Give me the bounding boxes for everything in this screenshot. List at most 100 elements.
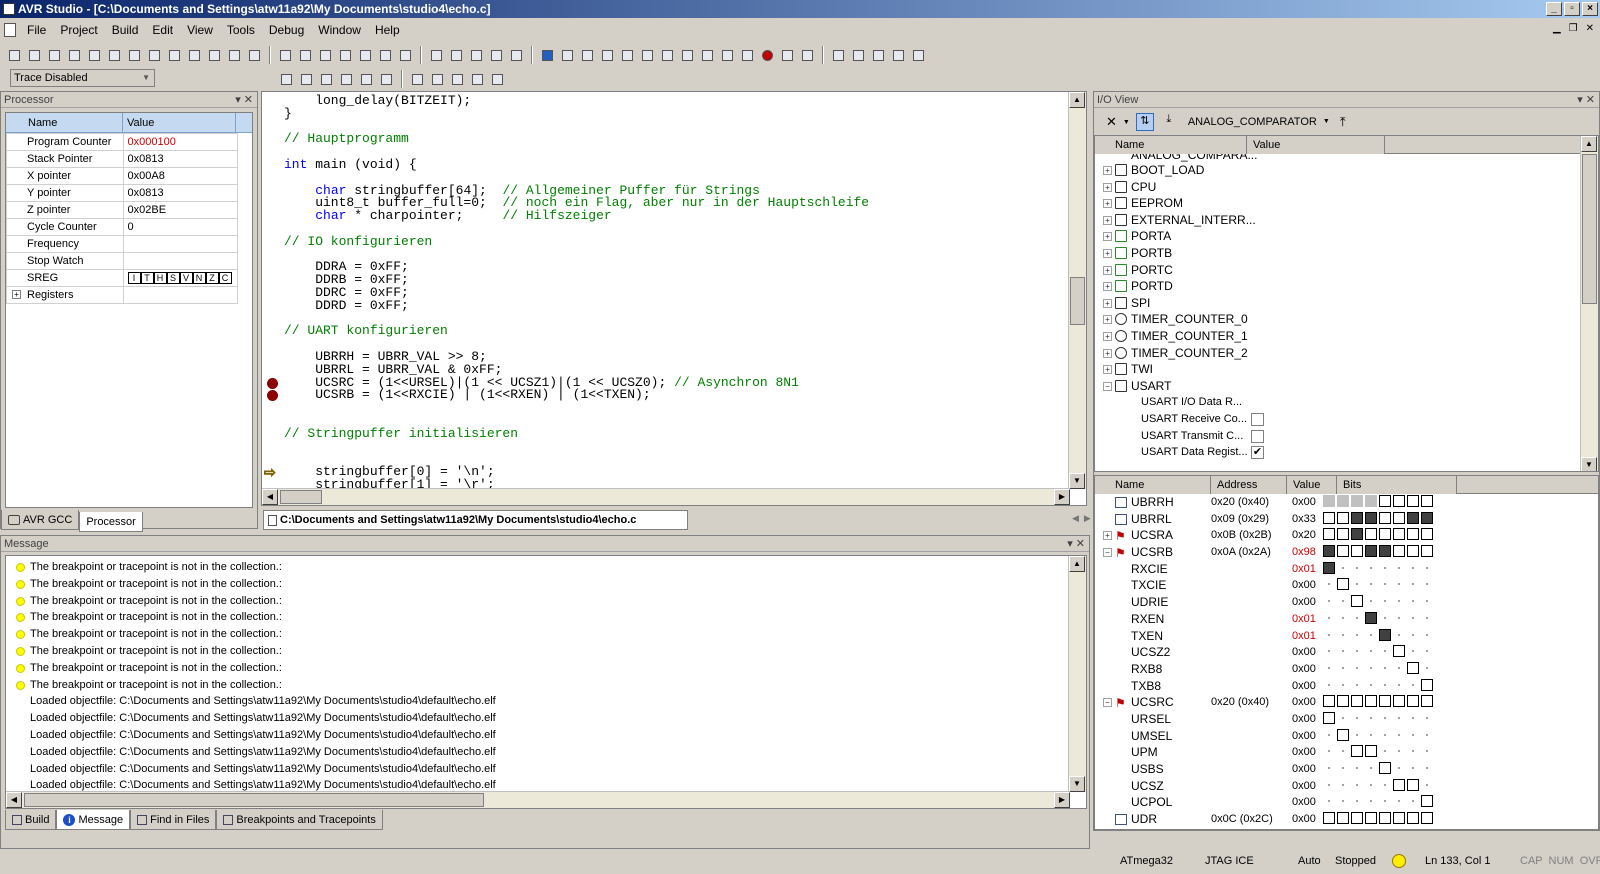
bit-cell[interactable] [1421,795,1433,808]
chip-icon[interactable] [468,47,485,64]
expand-icon[interactable]: + [1103,199,1112,209]
register-row[interactable]: UDRIE 0x00 [1095,594,1598,611]
code-line[interactable]: // Hauptprogramm [284,132,1064,146]
pause-icon[interactable] [599,47,616,64]
register-row[interactable]: USBS 0x00 [1095,761,1598,778]
code-line[interactable]: long_delay(BITZEIT); [284,94,1064,108]
editor-vscroll[interactable]: ▲ ▼ [1068,92,1086,489]
memory-icon[interactable] [870,47,887,64]
breakpoint-icon[interactable] [267,390,278,402]
code-line[interactable]: char * charpointer; // Hilfszeiger [284,209,1064,223]
redo-icon[interactable] [206,47,223,64]
scroll-up-button[interactable]: ▲ [1581,136,1597,152]
reset-icon[interactable] [619,47,636,64]
register-row[interactable]: TXEN 0x01 [1095,628,1598,645]
bit-cell[interactable] [1323,545,1335,558]
copy-icon[interactable] [126,47,143,64]
expand-icon[interactable]: + [1103,331,1112,341]
expand-icon[interactable]: + [1103,298,1112,308]
trace-filter-icon[interactable] [358,71,375,88]
message-item[interactable]: The breakpoint or tracepoint is not in t… [6,626,1086,643]
bit-cell[interactable] [1337,528,1349,541]
collapse-icon[interactable]: − [1103,381,1112,391]
bit-cell[interactable] [1323,561,1335,574]
bit-cell[interactable] [1407,545,1419,558]
step-into-icon[interactable] [639,47,656,64]
bit-cell[interactable] [1323,812,1335,825]
start-debug-icon[interactable] [539,47,556,64]
indent-icon[interactable] [377,47,394,64]
io-filter-select[interactable]: ANALOG_COMPARATOR ▼ [1184,112,1334,132]
io-tree-item[interactable]: + TIMER_COUNTER_0 [1095,311,1598,328]
tab-avr-gcc[interactable]: AVR GCC [1,510,80,530]
processor-row-value[interactable]: 0 [122,218,238,236]
processor-row-value[interactable]: 0x0813 [122,150,238,168]
bit-cell[interactable] [1351,495,1363,507]
message-hscroll[interactable]: ◀ ▶ [6,791,1070,808]
bit-cell[interactable] [1407,695,1419,708]
io-tree-item[interactable]: + PORTC [1095,262,1598,279]
register-row[interactable]: UBRRH 0x20 (0x40) 0x00 [1095,494,1598,511]
register-row[interactable]: URSEL 0x00 [1095,711,1598,728]
bit-cell[interactable] [1379,495,1391,507]
bit-cell[interactable] [1421,545,1433,558]
tab-breakpoints[interactable]: Breakpoints and Tracepoints [216,810,383,830]
bit-cell[interactable] [1351,595,1363,608]
processor-row[interactable]: Program Counter 0x000100 [6,133,238,151]
col-bits[interactable]: Bits [1337,476,1457,494]
bit-cell[interactable] [1365,495,1377,507]
message-item[interactable]: The breakpoint or tracepoint is not in t… [6,660,1086,677]
processor-row-value[interactable] [122,286,238,304]
processor-row-value[interactable]: ITHSVNZC [122,269,238,287]
register-row[interactable]: RXCIE 0x01 [1095,561,1598,578]
close-button[interactable]: × [1582,2,1598,16]
breakpoint-icon[interactable] [267,377,278,389]
undo-icon[interactable] [86,47,103,64]
message-item[interactable]: The breakpoint or tracepoint is not in t… [6,593,1086,610]
clear-breakpoints-icon[interactable] [779,47,796,64]
scroll-thumb[interactable] [1070,277,1085,325]
print-icon[interactable] [166,47,183,64]
expand-icon[interactable]: + [12,290,21,299]
sreg-flag[interactable]: I [127,272,141,284]
io-tree-subitem[interactable]: USART I/O Data R... [1095,394,1598,411]
bit-cell[interactable] [1379,628,1391,641]
watch-icon[interactable] [890,47,907,64]
bit-cell[interactable] [1393,695,1405,708]
menu-view[interactable]: View [180,23,220,37]
register-row[interactable]: UPM 0x00 [1095,744,1598,761]
close-icon[interactable]: ✕ [1106,114,1117,130]
processor-row[interactable]: Z pointer 0x02BE [6,201,238,219]
paste-icon[interactable] [146,47,163,64]
io-tree-item[interactable]: + TWI [1095,361,1598,378]
hex-icon[interactable] [488,47,505,64]
bit-cell[interactable] [1393,545,1405,558]
tab-message[interactable]: i Message [56,810,131,830]
replace-icon[interactable] [297,47,314,64]
expand-icon[interactable]: − [1103,548,1112,558]
bit-cell[interactable] [1365,528,1377,541]
bit-cell[interactable] [1323,695,1335,708]
bit-cell[interactable] [1365,812,1377,825]
bit-cell[interactable] [1365,545,1377,558]
bit-cell[interactable] [1407,495,1419,507]
message-item[interactable]: Loaded objectfile: C:\Documents and Sett… [6,693,1086,710]
code-line[interactable]: DDRD = 0xFF; [284,299,1064,313]
message-item[interactable]: The breakpoint or tracepoint is not in t… [6,609,1086,626]
sreg-flag[interactable]: T [140,272,154,284]
message-item[interactable]: Loaded objectfile: C:\Documents and Sett… [6,744,1086,761]
register-row[interactable]: UCSZ2 0x00 [1095,644,1598,661]
bit-cell[interactable] [1393,528,1405,541]
scroll-down-button[interactable]: ▼ [1581,457,1597,471]
save-icon[interactable] [46,47,63,64]
bit-cell[interactable] [1337,812,1349,825]
bit-cell[interactable] [1351,695,1363,708]
io-tree-subitem[interactable]: USART Data Regist... ✔ [1095,444,1598,461]
io-tree-item[interactable]: + CPU [1095,179,1598,196]
register-view-icon[interactable]: ⇅ [1135,113,1154,131]
processor-row-value[interactable]: 0x000100 [122,133,238,151]
register-row[interactable]: TXB8 0x00 [1095,678,1598,695]
processor-row[interactable]: Frequency [6,235,238,253]
stop-icon[interactable] [559,47,576,64]
bit-cell[interactable] [1351,511,1363,524]
